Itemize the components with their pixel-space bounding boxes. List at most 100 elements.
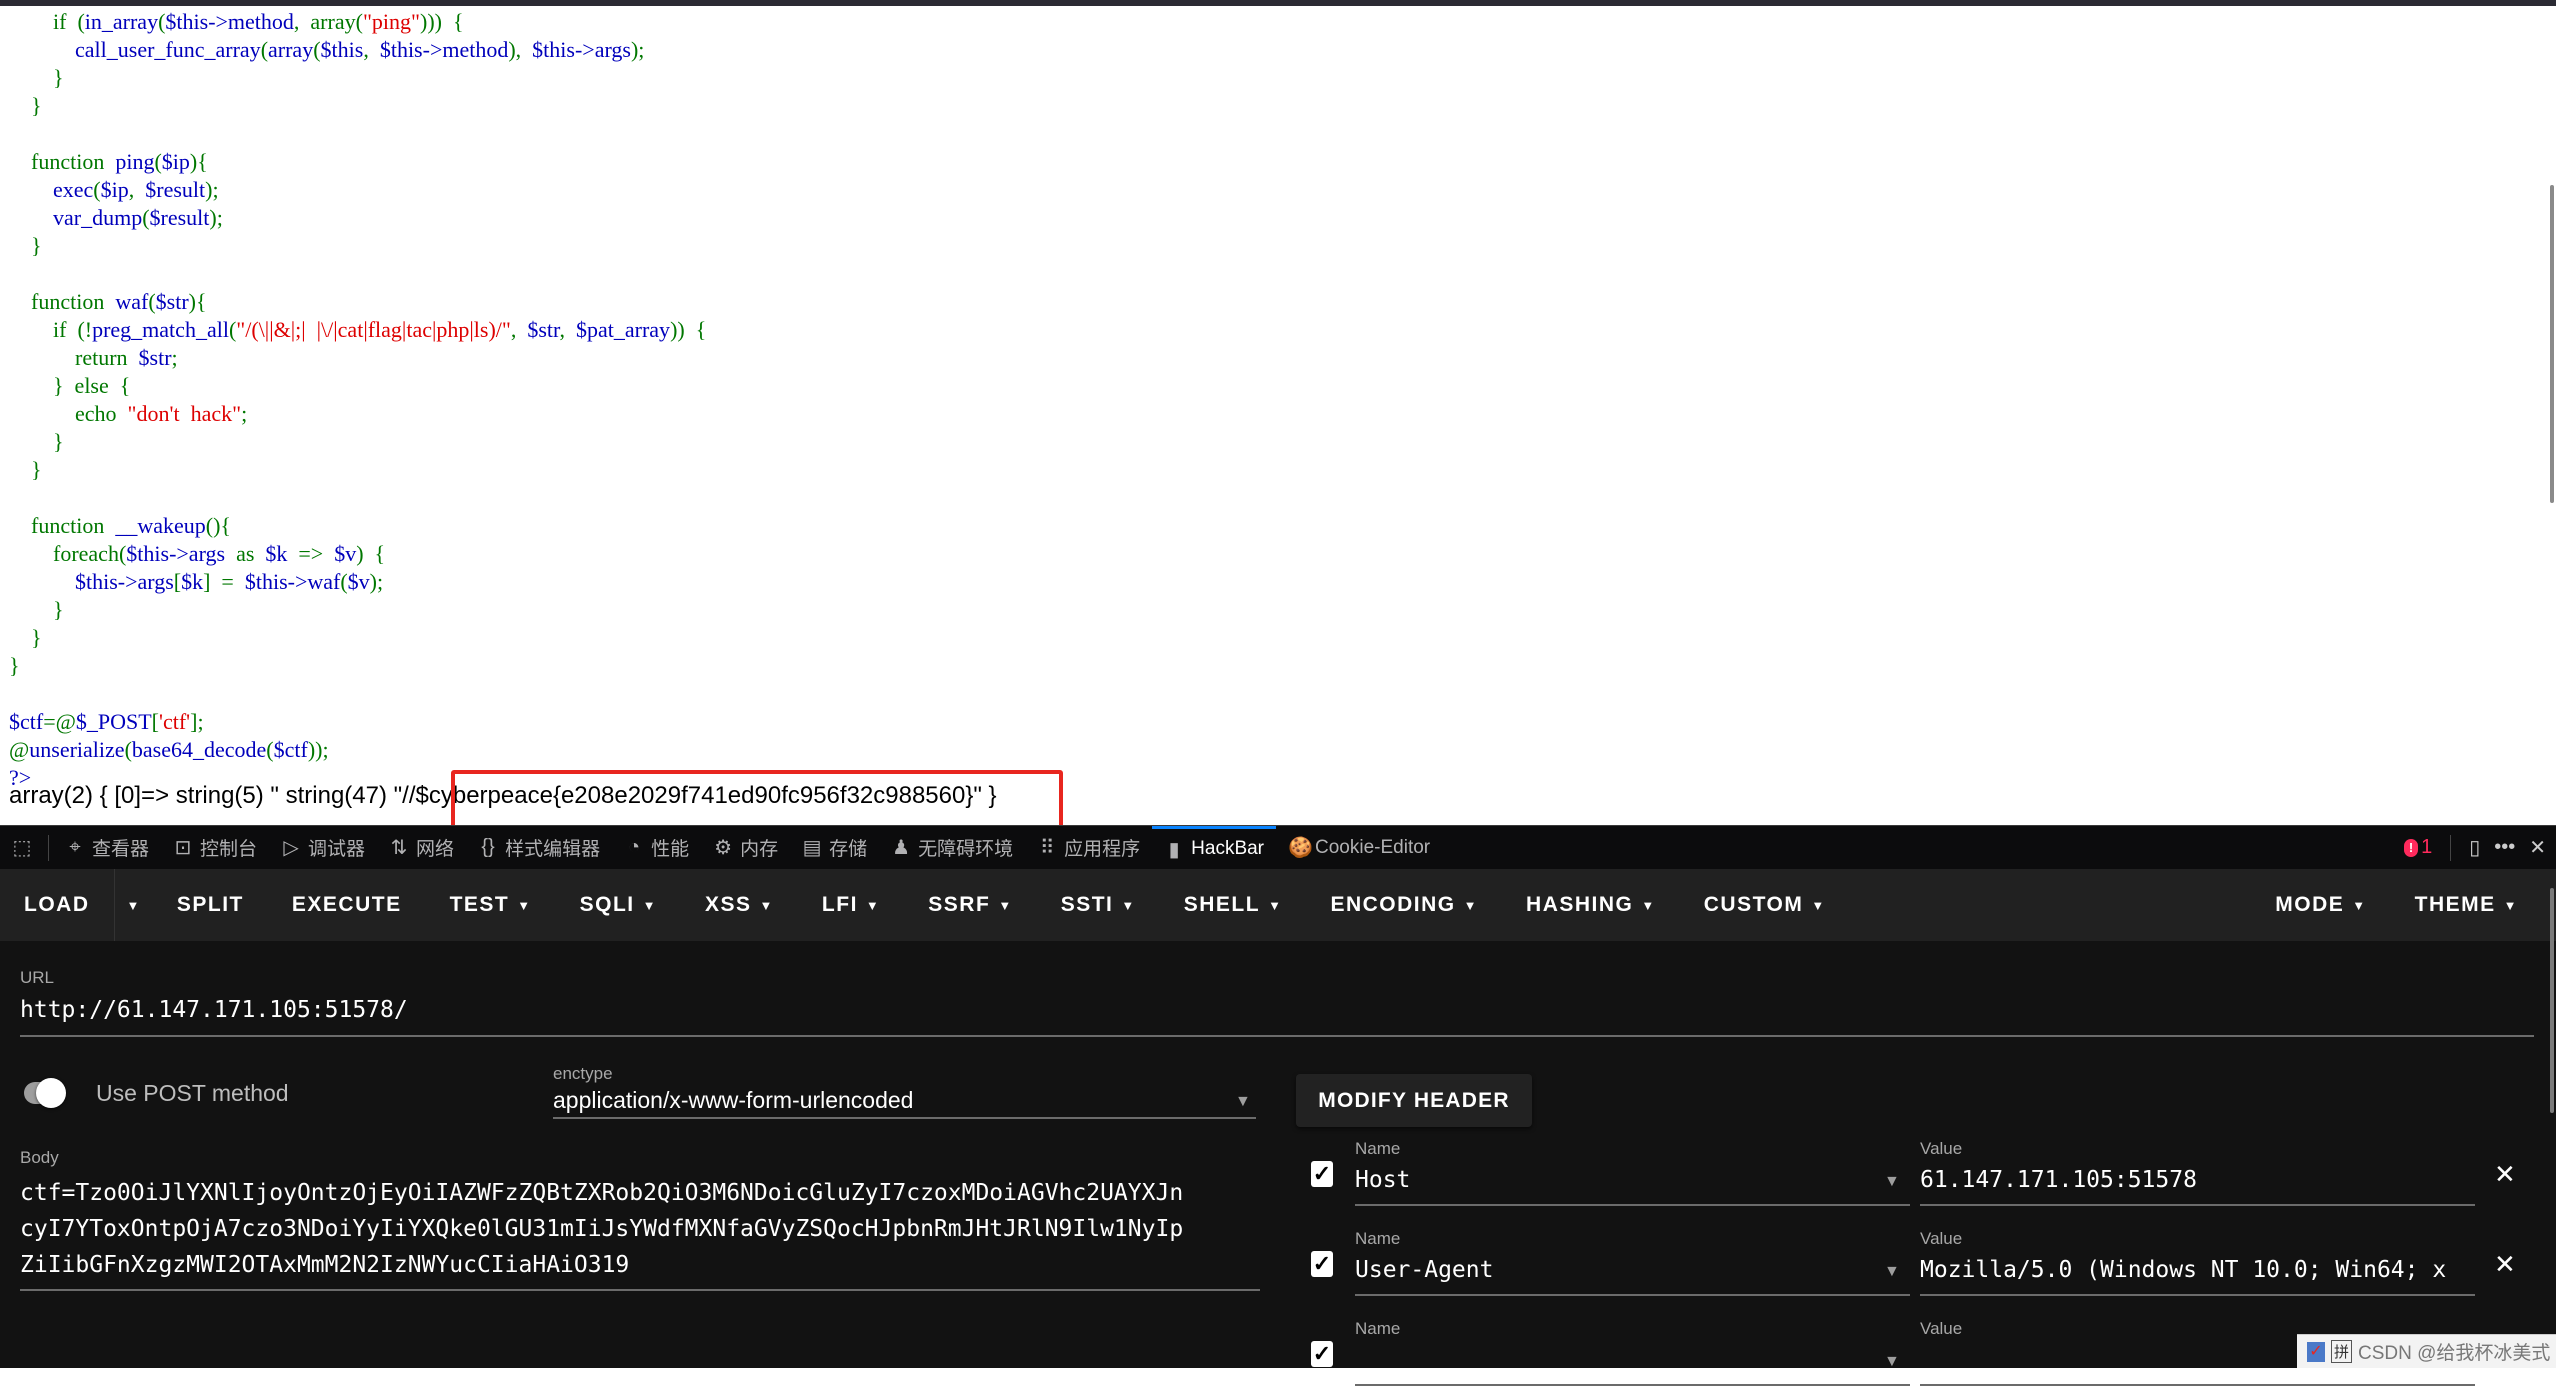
tab-cookie[interactable]: 🍪 Cookie-Editor <box>1276 826 1442 869</box>
code-token: ( <box>154 149 162 174</box>
code-line: } <box>9 457 42 482</box>
php-source-code: if (in_array($this->method, array("ping"… <box>9 8 706 792</box>
post-method-toggle[interactable] <box>24 1078 66 1108</box>
header-enabled-checkbox[interactable]: ✓ <box>1311 1341 1333 1367</box>
split-button[interactable]: SPLIT <box>153 869 268 941</box>
tab-memory[interactable]: ⚙ 内存 <box>701 826 790 869</box>
remove-header-icon[interactable]: ✕ <box>2494 1159 2516 1190</box>
tab-storage[interactable]: ▤ 存储 <box>790 826 879 869</box>
code-line: foreach($this->args as $k => $v) { <box>9 541 385 566</box>
tab-label: Cookie-Editor <box>1315 836 1431 858</box>
tab-label: 性能 <box>651 839 690 860</box>
code-line: } else { <box>9 373 130 398</box>
code-token: $this->method <box>165 9 294 34</box>
element-picker-button[interactable]: ⬚ <box>0 826 44 869</box>
code-token: ; <box>241 401 248 426</box>
test-button[interactable]: TEST ▼ <box>426 869 556 941</box>
custom-button[interactable]: CUSTOM ▼ <box>1680 869 1850 941</box>
responsive-design-icon[interactable]: ▯ <box>2469 835 2480 860</box>
code-token: ))) { <box>420 9 464 34</box>
enctype-select[interactable]: application/x-www-form-urlencoded <box>553 1087 913 1114</box>
code-token: __wakeup <box>115 513 206 538</box>
code-token: } <box>9 653 20 678</box>
close-devtools-icon[interactable]: ✕ <box>2529 835 2546 860</box>
body-line: ctf=Tzo0OiJlYXNlIjoyOntzOjEyOiIAZWFzZQBt… <box>20 1180 1184 1206</box>
header-name-input[interactable]: User-Agent <box>1355 1257 1493 1283</box>
code-token: ){ <box>188 289 207 314</box>
tab-label: 存储 <box>829 839 868 860</box>
code-token: as <box>225 541 266 566</box>
code-token: $ctf <box>9 709 44 734</box>
load-button[interactable]: LOAD <box>0 869 114 941</box>
header-value-label: Value <box>1920 1319 1963 1338</box>
tab-debugger[interactable]: ▷ 调试器 <box>269 826 377 869</box>
tab-performance[interactable]: ◔ 性能 <box>612 826 701 869</box>
caret-down-icon: ▼ <box>1463 897 1479 913</box>
header-name-input[interactable]: Host <box>1355 1167 1410 1193</box>
devtools-separator <box>48 834 49 861</box>
hackbar-toolbar-right: MODE ▼ THEME ▼ <box>2251 869 2542 941</box>
tab-accessibility[interactable]: ♟ 无障碍环境 <box>879 826 1025 869</box>
tab-inspector[interactable]: ⌖ 查看器 <box>53 826 161 869</box>
header-value-underline <box>1920 1204 2475 1206</box>
tab-hackbar[interactable]: ▮ HackBar <box>1152 826 1277 869</box>
load-options-button[interactable]: ▼ <box>113 869 153 941</box>
caret-down-icon: ▼ <box>1641 897 1656 913</box>
code-line: } <box>9 597 64 622</box>
code-line: var_dump($result); <box>9 205 223 230</box>
button-label: EXECUTE <box>291 893 402 916</box>
page-scrollbar[interactable] <box>2550 185 2554 503</box>
body-textarea[interactable]: ctf=Tzo0OiJlYXNlIjoyOntzOjEyOiIAZWFzZQBt… <box>20 1175 1183 1283</box>
more-options-icon[interactable]: ••• <box>2494 836 2515 859</box>
tab-label: 调试器 <box>308 839 366 860</box>
ssti-button[interactable]: SSTI ▼ <box>1037 869 1160 941</box>
code-token: ( <box>142 205 150 230</box>
watermark-overlay: ✓ 拼 CSDN @给我杯冰美式 <box>2297 1334 2556 1368</box>
ssrf-button[interactable]: SSRF ▼ <box>904 869 1036 941</box>
theme-button[interactable]: THEME ▼ <box>2391 869 2542 941</box>
remove-header-icon[interactable]: ✕ <box>2494 1249 2516 1280</box>
enctype-label: enctype <box>553 1064 613 1083</box>
code-line: function waf($str){ <box>9 289 207 314</box>
enctype-underline <box>553 1117 1256 1119</box>
code-token: $str <box>527 317 560 342</box>
button-label: LFI <box>821 893 858 916</box>
caret-down-icon: ▼ <box>126 897 141 913</box>
tab-label: 应用程序 <box>1064 839 1141 860</box>
devtools-tab-bar: ⬚ ⌖ 查看器 ⊡ 控制台 ▷ 调试器 ⇅ 网络 {} 样式编辑器 ◔ 性能 ⚙ 内存 ▤ 存储 ♟ 无障碍环境 ⠿… <box>0 825 2556 870</box>
shell-button[interactable]: SHELL ▼ <box>1160 869 1307 941</box>
code-line: } <box>9 233 42 258</box>
tab-style-editor[interactable]: {} 样式编辑器 <box>466 826 612 869</box>
caret-down-icon: ▼ <box>517 897 532 913</box>
tab-application[interactable]: ⠿ 应用程序 <box>1025 826 1152 869</box>
style-editor-icon: {} <box>481 836 495 858</box>
code-token: , <box>128 177 146 202</box>
execute-button[interactable]: EXECUTE <box>268 869 426 941</box>
lfi-button[interactable]: LFI ▼ <box>798 869 904 941</box>
code-line: $ctf=@$_POST['ctf']; <box>9 709 204 734</box>
header-value-input[interactable]: Mozilla/5.0 (Windows NT 10.0; Win64; x <box>1920 1257 2446 1283</box>
code-token: return <box>75 345 139 370</box>
xss-button[interactable]: XSS ▼ <box>681 869 798 941</box>
code-token: call_user_func_array <box>75 37 261 62</box>
error-count-badge[interactable]: ! 1 <box>2404 836 2432 859</box>
header-enabled-checkbox[interactable]: ✓ <box>1311 1161 1333 1187</box>
caret-down-icon: ▼ <box>759 897 774 913</box>
tab-network[interactable]: ⇅ 网络 <box>377 826 466 869</box>
hashing-button[interactable]: HASHING ▼ <box>1502 869 1680 941</box>
hackbar-scrollbar[interactable] <box>2550 888 2554 1113</box>
mode-button[interactable]: MODE ▼ <box>2251 869 2390 941</box>
tab-label: HackBar <box>1191 838 1265 859</box>
code-token: "don't hack" <box>127 401 242 426</box>
modify-header-button[interactable]: MODIFY HEADER <box>1296 1074 1532 1127</box>
header-enabled-checkbox[interactable]: ✓ <box>1311 1251 1333 1277</box>
encoding-button[interactable]: ENCODING ▼ <box>1306 869 1502 941</box>
sqli-button[interactable]: SQLI ▼ <box>556 869 681 941</box>
tab-console[interactable]: ⊡ 控制台 <box>161 826 269 869</box>
code-token: ( <box>340 569 348 594</box>
code-token: } else { <box>53 373 131 398</box>
code-token: ); <box>205 177 219 202</box>
button-label: SHELL <box>1183 893 1261 916</box>
url-input[interactable]: http://61.147.171.105:51578/ <box>20 997 408 1023</box>
header-value-input[interactable]: 61.147.171.105:51578 <box>1920 1167 2197 1193</box>
